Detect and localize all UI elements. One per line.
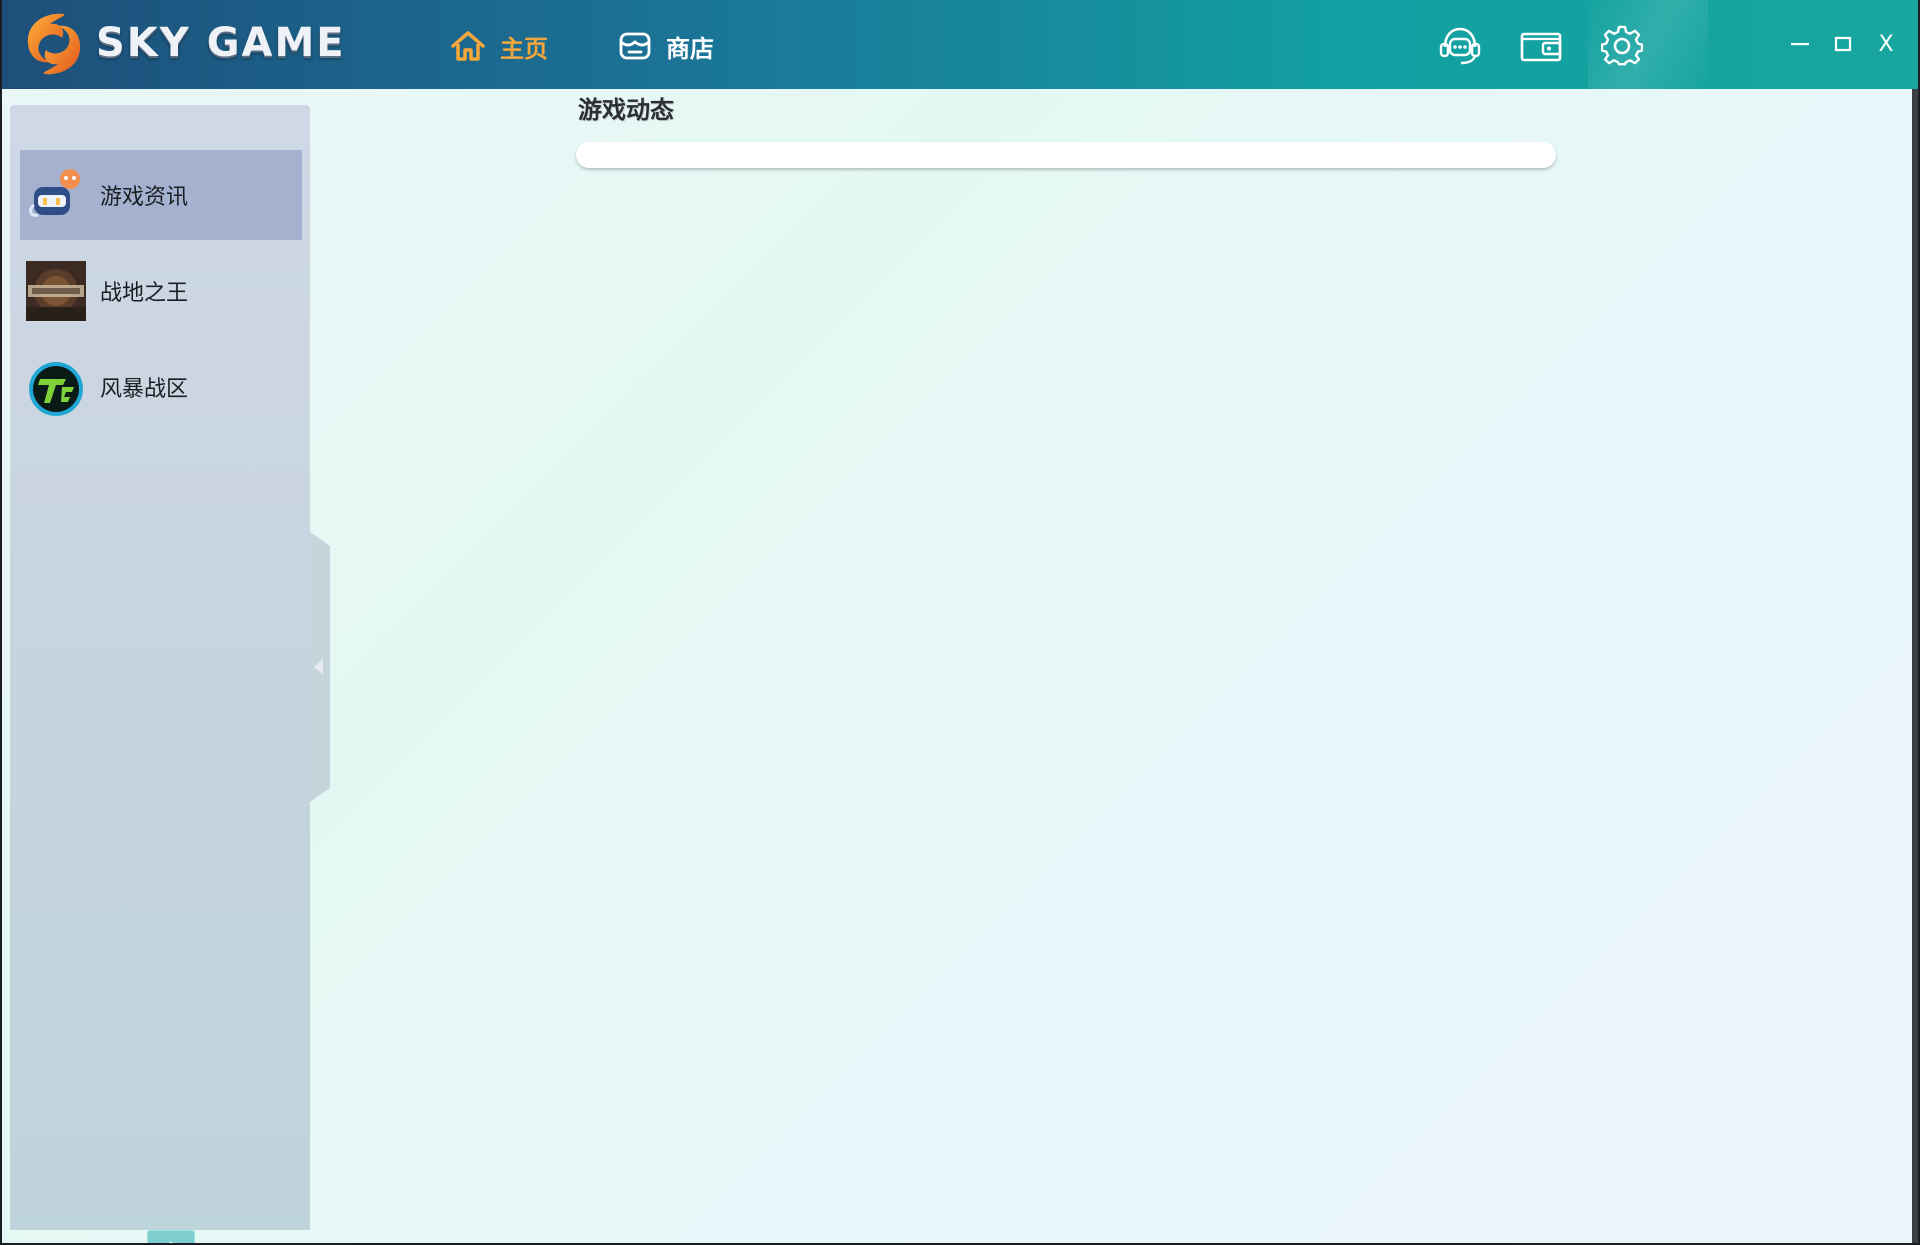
nav-home[interactable]: 主页 bbox=[450, 26, 548, 66]
nav-home-label: 主页 bbox=[500, 34, 548, 63]
gear-icon[interactable] bbox=[1598, 24, 1646, 68]
home-icon bbox=[450, 30, 486, 62]
nav-shop-label: 商店 bbox=[666, 34, 714, 63]
collapse-arrow-icon bbox=[314, 659, 323, 675]
sidebar-item-label: 风暴战区 bbox=[100, 377, 189, 402]
sidebar-item-label: 游戏资讯 bbox=[100, 185, 189, 210]
sky-game-logo-icon bbox=[27, 13, 81, 75]
sidebar-item-game-news[interactable]: 游戏资讯 bbox=[20, 150, 302, 240]
sidebar-collapse-handle[interactable] bbox=[310, 532, 330, 802]
scrollbar[interactable] bbox=[1912, 89, 1918, 1243]
game-news-icon bbox=[29, 169, 80, 217]
plus-icon bbox=[169, 1242, 173, 1243]
nav-shop[interactable]: 商店 bbox=[618, 26, 714, 66]
sidebar-item-fengbao[interactable]: 风暴战区 bbox=[20, 342, 302, 432]
game-sidebar: 游戏资讯 战地之王 风暴战区 bbox=[10, 105, 310, 1243]
wallet-icon[interactable] bbox=[1517, 24, 1565, 68]
maximize-button[interactable] bbox=[1827, 26, 1859, 62]
close-button[interactable]: X bbox=[1870, 26, 1902, 62]
add-game-button[interactable] bbox=[147, 1230, 195, 1243]
app-window: SKY GAME 主页 商店 X 游戏资讯 战地之王 风暴战区 游戏动态 bbox=[2, 0, 1918, 1243]
shop-icon bbox=[618, 31, 652, 61]
section-title: 游戏动态 bbox=[578, 96, 674, 124]
sidebar-item-zhandi[interactable]: 战地之王 bbox=[20, 246, 302, 336]
title-bar: SKY GAME 主页 商店 X bbox=[2, 0, 1918, 89]
sidebar-item-label: 战地之王 bbox=[100, 281, 189, 306]
minimize-button[interactable] bbox=[1784, 26, 1816, 62]
news-feed-bar bbox=[576, 142, 1556, 168]
app-logo-text: SKY GAME bbox=[96, 20, 346, 66]
game-avatar-zhandi-icon bbox=[26, 261, 86, 321]
game-avatar-fengbao-icon bbox=[29, 362, 83, 416]
customer-service-icon[interactable] bbox=[1436, 24, 1484, 68]
